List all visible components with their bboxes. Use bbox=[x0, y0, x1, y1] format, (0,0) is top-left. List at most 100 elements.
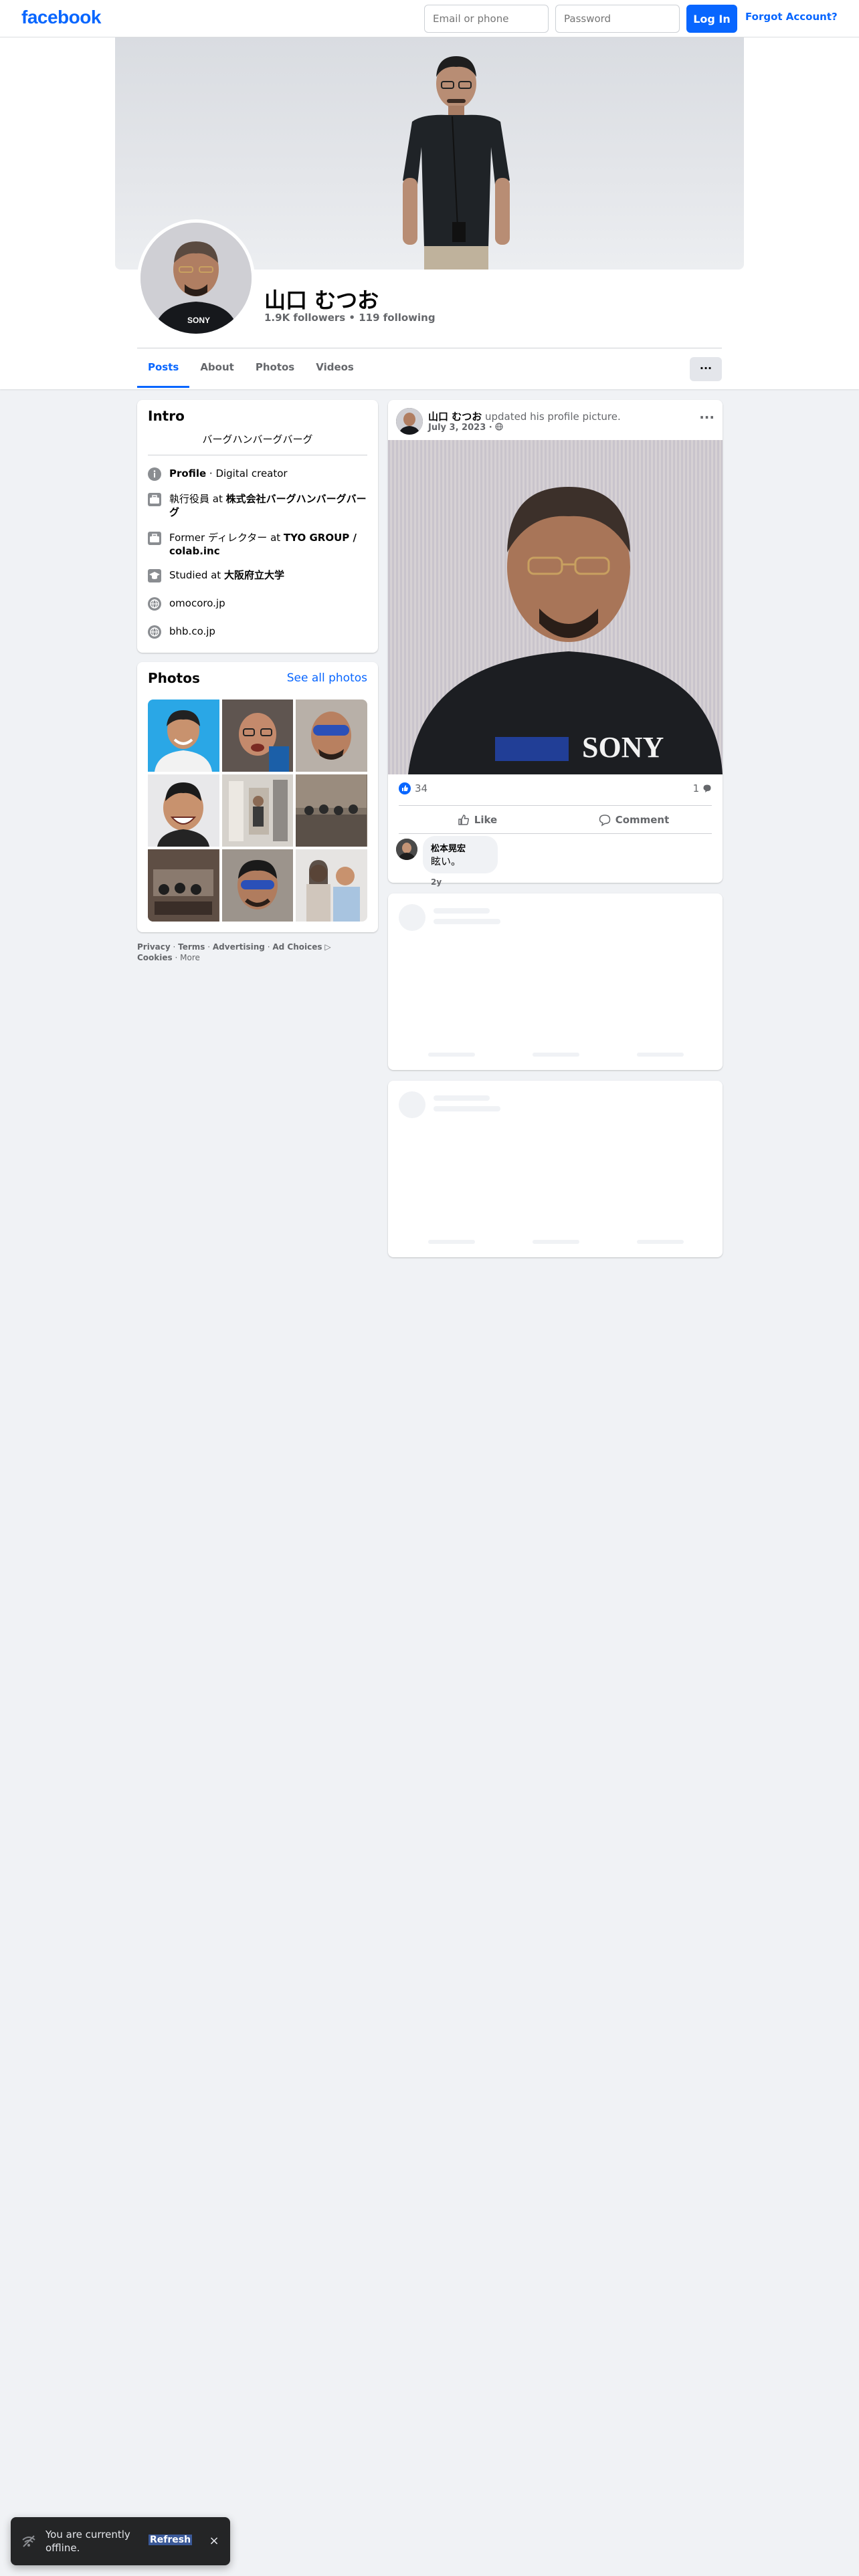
comment-button[interactable]: Comment bbox=[555, 808, 712, 832]
post-date-text: July 3, 2023 · bbox=[428, 423, 496, 433]
like-count: 34 bbox=[415, 782, 428, 794]
photo-thumbnail[interactable] bbox=[148, 774, 219, 847]
cover-person-figure bbox=[403, 56, 510, 270]
post-action-text: updated his profile picture. bbox=[482, 411, 621, 423]
tab-posts[interactable]: Posts bbox=[137, 349, 190, 388]
intro-item-text: Former ディレクター at TYO GROUP / colab.inc bbox=[169, 532, 357, 557]
tab-photos[interactable]: Photos bbox=[245, 349, 305, 388]
photos-title: Photos bbox=[148, 670, 200, 686]
info-icon bbox=[148, 467, 161, 481]
ad-choices-link[interactable]: Ad Choices bbox=[272, 942, 322, 952]
website-link[interactable]: bhb.co.jp bbox=[169, 625, 215, 638]
post-author-avatar[interactable] bbox=[396, 408, 423, 435]
profile-tabs: Posts About Photos Videos bbox=[137, 349, 365, 388]
like-button[interactable]: Like bbox=[399, 808, 555, 832]
photo-thumbnail[interactable] bbox=[296, 774, 367, 847]
post-divider bbox=[399, 805, 712, 806]
tab-videos[interactable]: Videos bbox=[305, 349, 365, 388]
like-label: Like bbox=[474, 814, 498, 826]
skeleton-line bbox=[428, 1240, 475, 1244]
intro-item-text: Profile · Digital creator bbox=[169, 467, 288, 479]
skeleton-line bbox=[434, 919, 500, 924]
post-image[interactable]: SONY bbox=[388, 440, 723, 774]
skeleton-line bbox=[434, 908, 490, 914]
photo-thumbnail[interactable] bbox=[148, 849, 219, 922]
offline-message: You are currently offline. bbox=[45, 2529, 130, 2554]
profile-header: SONY 山口 むつお 1.9K followers • 119 followi… bbox=[0, 37, 859, 389]
skeleton-line bbox=[434, 1106, 500, 1111]
comment-count[interactable]: 1 bbox=[693, 782, 712, 794]
svg-text:SONY: SONY bbox=[187, 316, 210, 325]
comment-bubble-icon bbox=[702, 782, 712, 794]
graduation-cap-icon bbox=[148, 569, 161, 582]
post-options-icon[interactable]: ··· bbox=[699, 409, 714, 425]
password-field[interactable] bbox=[555, 5, 680, 33]
tab-about[interactable]: About bbox=[189, 349, 245, 388]
login-button[interactable]: Log In bbox=[686, 5, 737, 33]
photos-card: Photos See all photos bbox=[137, 662, 378, 932]
reaction-summary[interactable]: 34 bbox=[399, 782, 427, 794]
post-date[interactable]: July 3, 2023 · bbox=[428, 423, 503, 433]
loading-post-placeholder bbox=[388, 1081, 723, 1257]
comment-timestamp[interactable]: 2y bbox=[431, 877, 442, 887]
comment-text: 眩い。 bbox=[431, 855, 462, 867]
comment-label: Comment bbox=[615, 814, 670, 826]
intro-title: Intro bbox=[148, 408, 185, 424]
photo-thumbnail[interactable] bbox=[221, 849, 294, 922]
privacy-link[interactable]: Privacy bbox=[137, 942, 171, 952]
like-reaction-icon bbox=[399, 782, 411, 794]
post-author-name[interactable]: 山口 むつお bbox=[428, 411, 482, 423]
briefcase-icon bbox=[148, 493, 161, 506]
commenter-name[interactable]: 松本晃宏 bbox=[431, 841, 490, 854]
top-navigation-bar: facebook Log In Forgot Account? bbox=[0, 0, 859, 37]
facebook-logo[interactable]: facebook bbox=[21, 7, 101, 28]
ad-choices-icon: ▷ bbox=[324, 942, 331, 952]
terms-link[interactable]: Terms bbox=[178, 942, 205, 952]
photo-thumbnail[interactable] bbox=[296, 849, 367, 922]
intro-item-text: 執行役員 at 株式会社バーグハンバーグバーグ bbox=[169, 493, 367, 518]
skeleton-line bbox=[428, 1053, 475, 1057]
comment-count-value: 1 bbox=[692, 782, 700, 794]
globe-icon bbox=[148, 597, 161, 611]
intro-item-website-2[interactable]: bhb.co.jp bbox=[148, 625, 367, 639]
intro-item-work-former: Former ディレクター at TYO GROUP / colab.inc bbox=[148, 531, 367, 558]
skeleton-avatar bbox=[399, 1091, 425, 1118]
skeleton-avatar bbox=[399, 904, 425, 931]
globe-icon bbox=[495, 423, 503, 433]
cookies-link[interactable]: Cookies bbox=[137, 953, 173, 962]
forgot-account-link[interactable]: Forgot Account? bbox=[745, 11, 838, 23]
intro-item-website-1[interactable]: omocoro.jp bbox=[148, 597, 367, 611]
commenter-avatar[interactable] bbox=[396, 839, 417, 860]
skeleton-line bbox=[637, 1240, 684, 1244]
post-divider bbox=[399, 833, 712, 834]
website-link[interactable]: omocoro.jp bbox=[169, 597, 225, 610]
see-all-photos-link[interactable]: See all photos bbox=[287, 671, 367, 685]
profile-picture[interactable]: SONY bbox=[137, 219, 255, 337]
comment-icon bbox=[598, 813, 615, 827]
more-link[interactable]: More bbox=[180, 953, 200, 962]
intro-bio: バーグハンバーグバーグ bbox=[202, 433, 313, 445]
skeleton-line bbox=[533, 1053, 579, 1057]
photo-thumbnail[interactable] bbox=[148, 700, 219, 772]
intro-item-profile: Profile · Digital creator bbox=[148, 467, 367, 481]
photo-thumbnail[interactable] bbox=[221, 774, 294, 847]
refresh-button[interactable]: Refresh bbox=[149, 2535, 193, 2545]
followers-stats[interactable]: 1.9K followers • 119 following bbox=[264, 312, 436, 324]
advertising-link[interactable]: Advertising bbox=[213, 942, 265, 952]
skeleton-line bbox=[533, 1240, 579, 1244]
briefcase-icon bbox=[148, 532, 161, 545]
email-field[interactable] bbox=[424, 5, 549, 33]
globe-icon bbox=[148, 625, 161, 639]
skeleton-line bbox=[434, 1095, 490, 1101]
skeleton-line bbox=[637, 1053, 684, 1057]
photo-thumbnail[interactable] bbox=[221, 700, 294, 772]
loading-post-placeholder bbox=[388, 893, 723, 1070]
profile-more-button[interactable]: ··· bbox=[690, 357, 722, 381]
close-icon[interactable]: × bbox=[206, 2533, 222, 2549]
photo-thumbnail[interactable] bbox=[296, 700, 367, 772]
post-card: 山口 むつお updated his profile picture. July… bbox=[388, 400, 723, 887]
post-header-text: 山口 むつお updated his profile picture. bbox=[428, 409, 621, 423]
intro-item-work-current: 執行役員 at 株式会社バーグハンバーグバーグ bbox=[148, 492, 367, 519]
comment-bubble: 松本晃宏 眩い。 bbox=[423, 836, 498, 873]
profile-avatar-image: SONY bbox=[140, 223, 252, 334]
